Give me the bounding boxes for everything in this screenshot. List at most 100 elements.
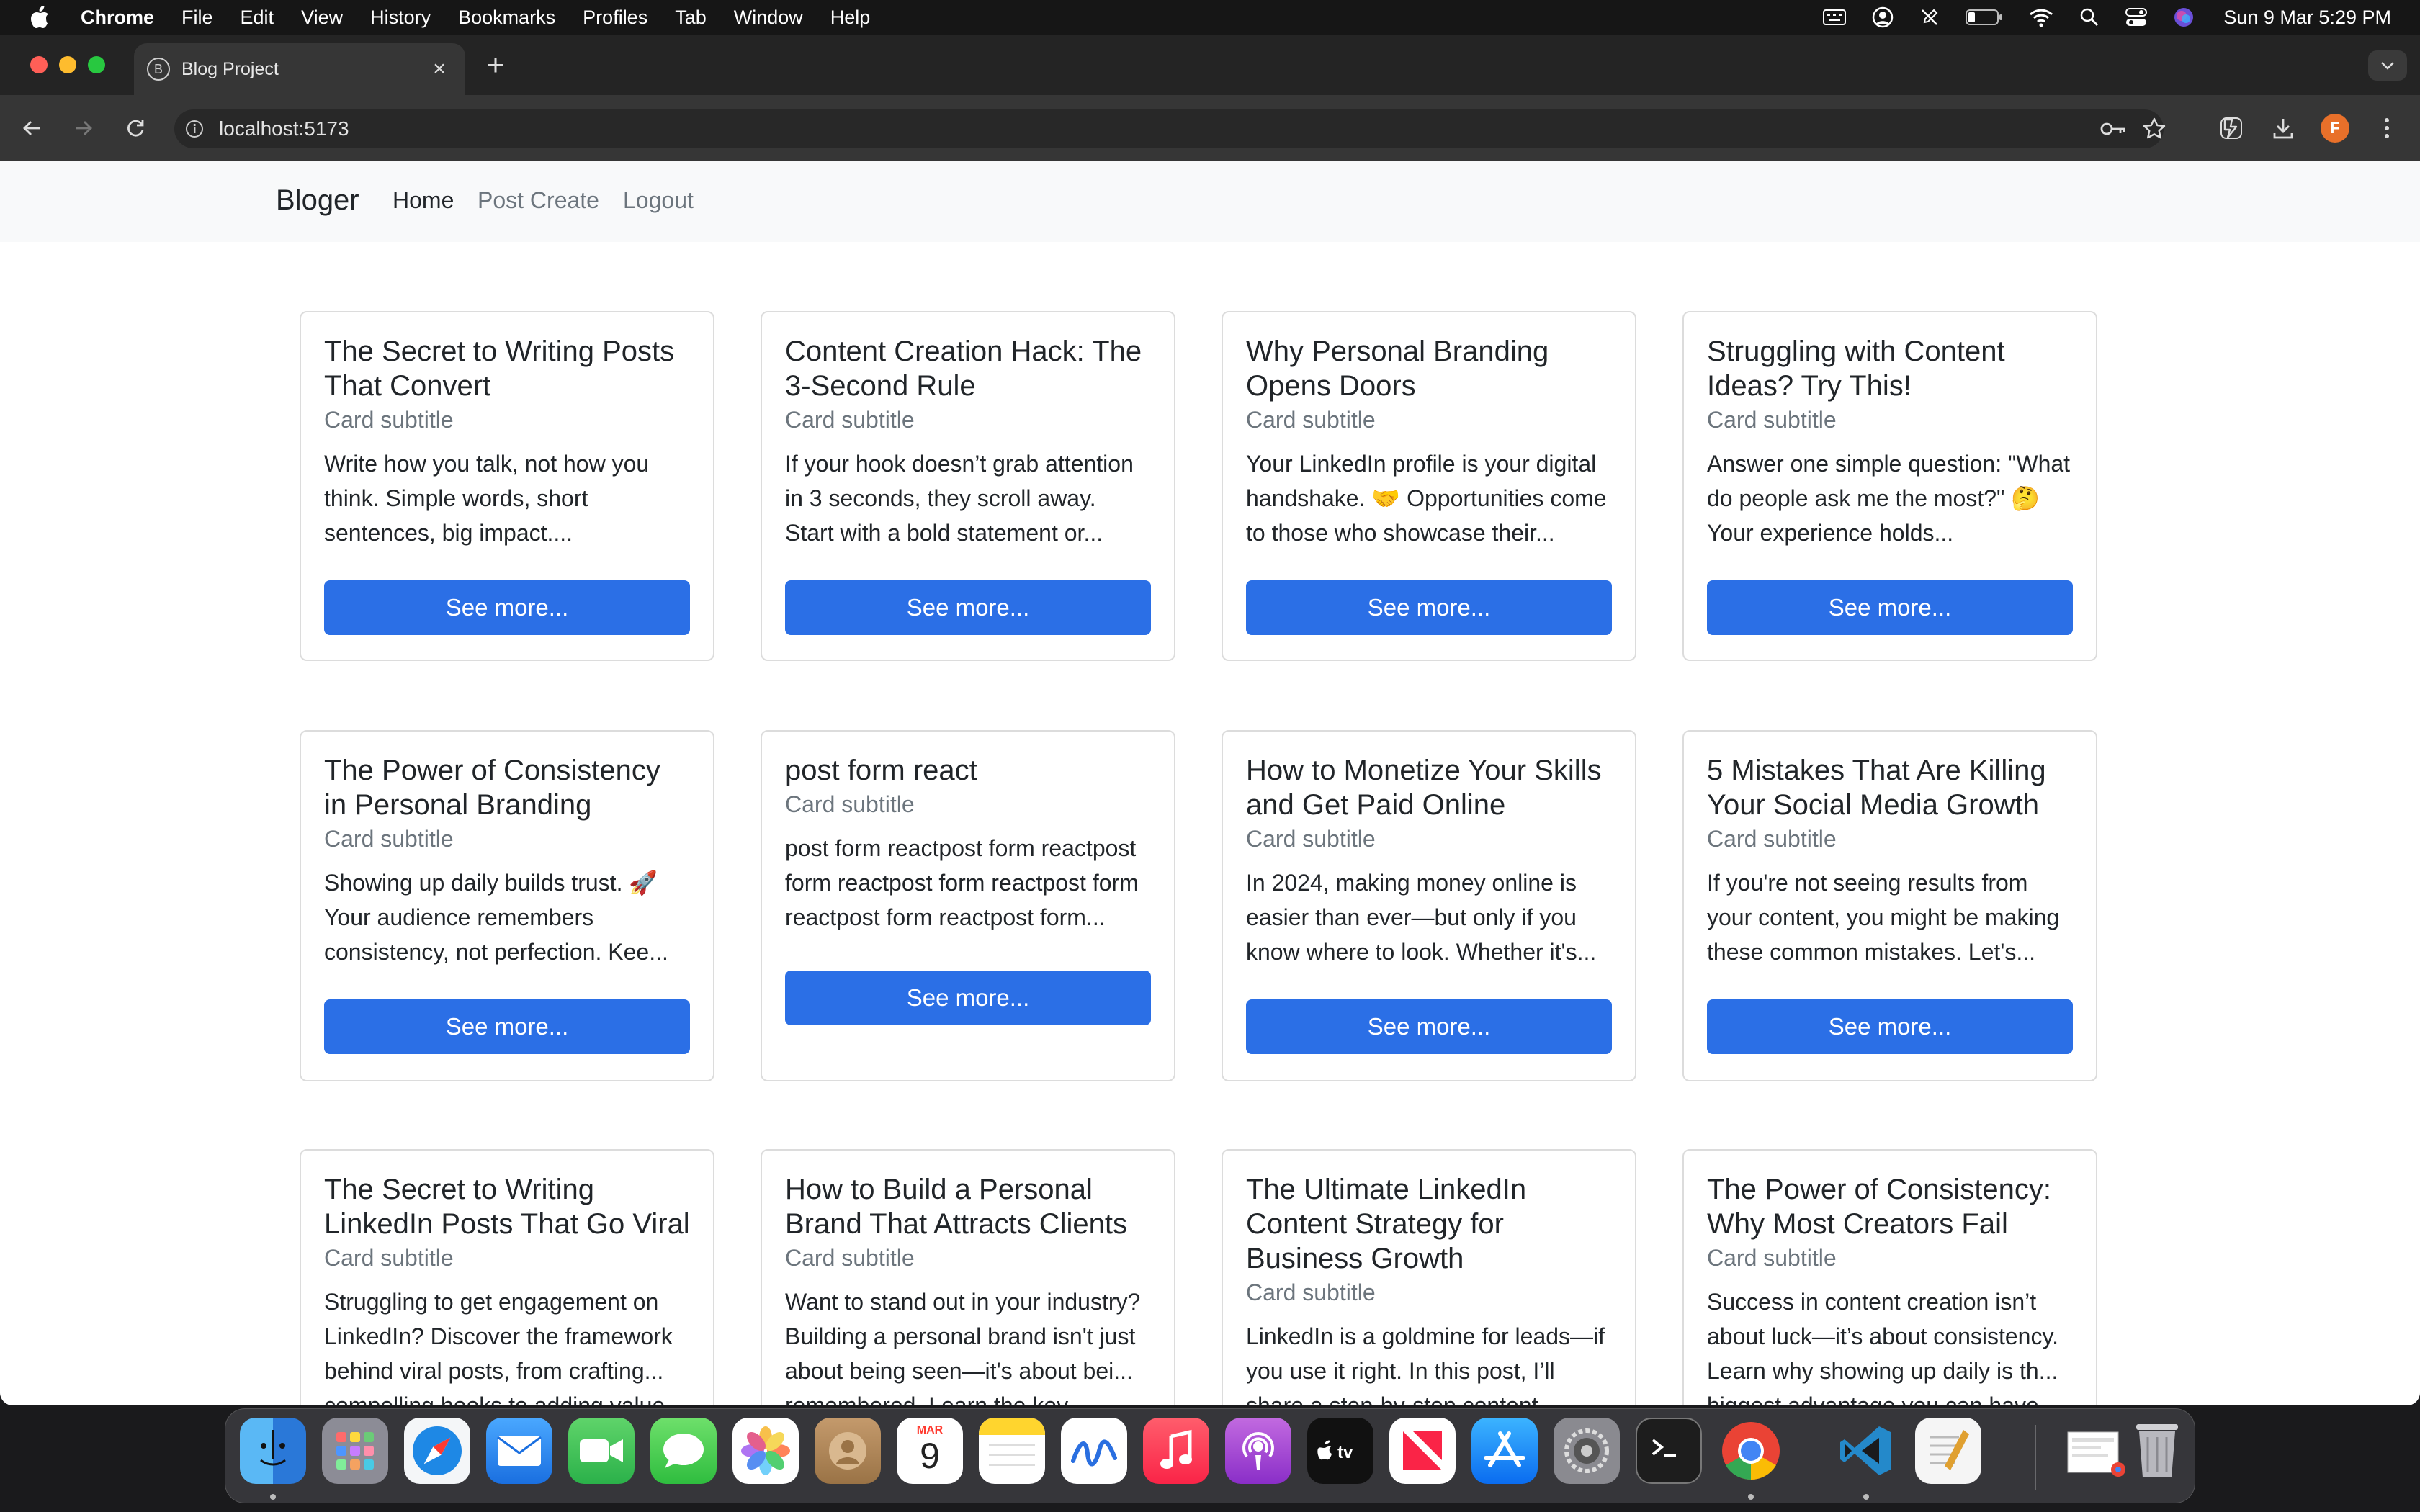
profile-avatar[interactable]: F xyxy=(2321,114,2349,143)
user-account-icon[interactable] xyxy=(1872,6,1894,28)
card-subtitle: Card subtitle xyxy=(1246,1279,1376,1305)
window-close-button[interactable] xyxy=(30,56,48,73)
tab-close-icon[interactable]: × xyxy=(429,58,449,80)
finder-icon[interactable] xyxy=(240,1418,306,1484)
menu-tab[interactable]: Tab xyxy=(675,6,707,29)
app-store-icon[interactable] xyxy=(1471,1418,1538,1484)
menu-view[interactable]: View xyxy=(301,6,343,29)
calendar-day-label: 9 xyxy=(920,1436,940,1476)
site-info-icon[interactable] xyxy=(184,119,205,139)
wifi-icon[interactable] xyxy=(2029,7,2053,27)
menu-app-name[interactable]: Chrome xyxy=(81,6,154,29)
card-text: LinkedIn is a goldmine for leads—if you … xyxy=(1246,1323,1605,1405)
terminal-icon[interactable] xyxy=(1636,1418,1702,1484)
card-subtitle: Card subtitle xyxy=(785,1245,915,1271)
reload-icon[interactable] xyxy=(118,111,153,145)
menubar-clock[interactable]: Sun 9 Mar 5:29 PM xyxy=(2223,6,2391,29)
card-title: The Secret to Writing LinkedIn Posts Tha… xyxy=(324,1174,690,1240)
chrome-icon[interactable] xyxy=(1718,1418,1784,1484)
spotlight-search-icon[interactable] xyxy=(2079,7,2099,27)
podcasts-icon[interactable] xyxy=(1225,1418,1291,1484)
card-subtitle: Card subtitle xyxy=(324,1245,454,1271)
messages-icon[interactable] xyxy=(650,1418,717,1484)
forward-arrow-icon[interactable] xyxy=(66,111,101,145)
card-text: Write how you talk, not how you think. S… xyxy=(324,451,650,546)
facetime-icon[interactable] xyxy=(568,1418,635,1484)
pen-slash-icon[interactable] xyxy=(1919,7,1940,27)
password-key-icon[interactable] xyxy=(2099,117,2128,145)
card-title: How to Build a Personal Brand That Attra… xyxy=(785,1174,1128,1240)
preview-icon[interactable] xyxy=(2065,1418,2131,1484)
menu-history[interactable]: History xyxy=(370,6,431,29)
post-card: The Secret to Writing LinkedIn Posts Tha… xyxy=(300,1149,714,1405)
news-icon[interactable] xyxy=(1389,1418,1456,1484)
see-more-button[interactable]: See more... xyxy=(324,580,690,635)
notes-icon[interactable] xyxy=(979,1418,1045,1484)
download-icon[interactable] xyxy=(2267,112,2299,144)
calendar-icon[interactable]: MAR 9 xyxy=(897,1418,963,1484)
card-title: Content Creation Hack: The 3-Second Rule xyxy=(785,336,1142,402)
window-minimize-button[interactable] xyxy=(59,56,76,73)
finder-running-indicator xyxy=(270,1494,276,1500)
see-more-button[interactable]: See more... xyxy=(785,971,1151,1025)
menu-edit[interactable]: Edit xyxy=(241,6,274,29)
extension-icon[interactable] xyxy=(2215,112,2247,144)
card-text: If your hook doesn’t grab attention in 3… xyxy=(785,451,1134,546)
navbar-brand[interactable]: Bloger xyxy=(276,184,359,217)
card-title: How to Monetize Your Skills and Get Paid… xyxy=(1246,755,1602,821)
window-zoom-button[interactable] xyxy=(88,56,105,73)
mail-icon[interactable] xyxy=(486,1418,552,1484)
card-text: Struggling to get engagement on LinkedIn… xyxy=(324,1289,673,1405)
photos-icon[interactable] xyxy=(732,1418,799,1484)
apple-menu-icon[interactable] xyxy=(26,3,55,32)
browser-window: B Blog Project × + localhost:5173 F Blog… xyxy=(0,35,2420,1405)
siri-icon[interactable] xyxy=(2173,6,2195,28)
menu-profiles[interactable]: Profiles xyxy=(583,6,647,29)
trash-icon[interactable] xyxy=(2124,1418,2190,1484)
nav-logout-link[interactable]: Logout xyxy=(623,187,694,214)
card-text: In 2024, making money online is easier t… xyxy=(1246,870,1597,965)
card-subtitle: Card subtitle xyxy=(1707,1245,1837,1271)
launchpad-icon[interactable] xyxy=(322,1418,388,1484)
textedit-icon[interactable] xyxy=(1915,1418,1981,1484)
bookmark-star-icon[interactable] xyxy=(2142,117,2166,145)
svg-text:tv: tv xyxy=(1337,1443,1353,1462)
contacts-icon[interactable] xyxy=(815,1418,881,1484)
address-url-text[interactable]: localhost:5173 xyxy=(219,117,349,140)
post-card: The Ultimate LinkedIn Content Strategy f… xyxy=(1222,1149,1636,1405)
chrome-menu-icon[interactable] xyxy=(2371,112,2403,144)
card-text: If you're not seeing results from your c… xyxy=(1707,870,2060,965)
see-more-button[interactable]: See more... xyxy=(1246,999,1612,1054)
menu-help[interactable]: Help xyxy=(830,6,871,29)
post-card: 5 Mistakes That Are Killing Your Social … xyxy=(1682,730,2097,1081)
tv-icon[interactable]: tv xyxy=(1307,1418,1373,1484)
card-subtitle: Card subtitle xyxy=(324,826,454,852)
nav-home-link[interactable]: Home xyxy=(393,187,454,214)
freeform-icon[interactable] xyxy=(1061,1418,1127,1484)
card-title: The Ultimate LinkedIn Content Strategy f… xyxy=(1246,1174,1527,1274)
site-navbar: Bloger Home Post Create Logout xyxy=(0,161,2420,242)
see-more-button[interactable]: See more... xyxy=(324,999,690,1054)
see-more-button[interactable]: See more... xyxy=(785,580,1151,635)
tab-search-chevron-icon[interactable] xyxy=(2368,50,2407,81)
menu-window[interactable]: Window xyxy=(734,6,803,29)
see-more-button[interactable]: See more... xyxy=(1246,580,1612,635)
tab-blog-project[interactable]: B Blog Project × xyxy=(134,43,465,95)
see-more-button[interactable]: See more... xyxy=(1707,999,2073,1054)
nav-post-create-link[interactable]: Post Create xyxy=(478,187,599,214)
control-center-icon[interactable] xyxy=(2125,7,2148,27)
menu-bookmarks[interactable]: Bookmarks xyxy=(458,6,555,29)
address-bar[interactable]: localhost:5173 xyxy=(174,109,2166,148)
card-subtitle: Card subtitle xyxy=(1707,407,1837,433)
music-icon[interactable] xyxy=(1143,1418,1209,1484)
safari-icon[interactable] xyxy=(404,1418,470,1484)
back-arrow-icon[interactable] xyxy=(14,111,49,145)
post-card: The Power of Consistency in Personal Bra… xyxy=(300,730,714,1081)
vscode-icon[interactable] xyxy=(1833,1418,1899,1484)
system-settings-icon[interactable] xyxy=(1554,1418,1620,1484)
new-tab-plus-icon[interactable]: + xyxy=(481,50,510,80)
menu-file[interactable]: File xyxy=(182,6,213,29)
keyboard-input-icon[interactable] xyxy=(1823,8,1847,27)
see-more-button[interactable]: See more... xyxy=(1707,580,2073,635)
battery-icon[interactable] xyxy=(1966,8,2003,27)
